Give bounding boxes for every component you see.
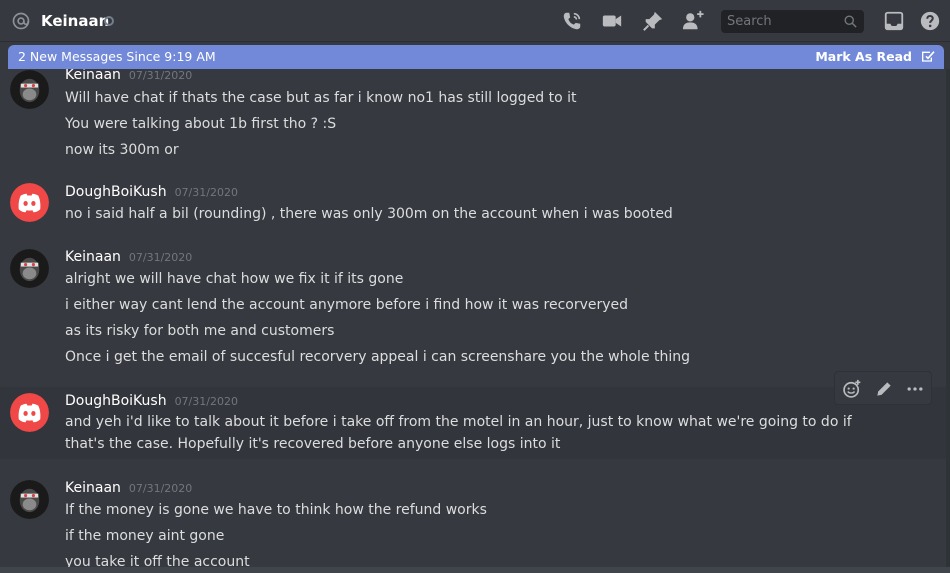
add-reaction-icon[interactable] (842, 379, 862, 399)
author-name[interactable]: DoughBoiKush (65, 393, 167, 409)
message-content: i either way cant lend the account anymo… (65, 297, 629, 313)
message-timestamp: 07/31/2020 (174, 186, 238, 199)
avatar[interactable] (10, 249, 49, 288)
avatar[interactable] (10, 393, 49, 432)
message-content: as its risky for both me and customers (65, 323, 335, 339)
message-content: if the money aint gone (65, 528, 225, 544)
inbox-icon[interactable] (883, 10, 905, 32)
avatar[interactable] (10, 70, 49, 109)
gorilla-avatar-icon (10, 480, 49, 519)
at-icon (12, 12, 30, 30)
edit-icon[interactable] (874, 379, 894, 399)
message-group: Keinaan 07/31/2020 If the money is gone w… (0, 475, 950, 569)
help-icon[interactable] (919, 10, 941, 32)
message-content: If the money is gone we have to think ho… (65, 502, 487, 518)
avatar[interactable] (10, 480, 49, 519)
author-name[interactable]: Keinaan (65, 249, 121, 265)
message-content: no i said half a bil (rounding) , there … (65, 206, 673, 222)
message-timestamp: 07/31/2020 (128, 251, 193, 264)
message-content: Once i get the email of succesful recorv… (65, 349, 691, 365)
discord-dm-window: Keinaan Search 2 New Messages Since 9:19… (0, 0, 950, 573)
message-timestamp: 07/31/2020 (128, 69, 193, 82)
message-content: you take it off the account (65, 554, 250, 569)
search-box[interactable] (721, 10, 864, 33)
new-messages-bar[interactable]: 2 New Messages Since 9:19 AM Mark As Rea… (8, 45, 944, 69)
search-input[interactable] (721, 10, 839, 33)
discord-default-avatar-icon (10, 393, 49, 432)
gorilla-avatar-icon (10, 249, 49, 288)
mark-as-read-icon[interactable] (920, 49, 936, 65)
pin-icon[interactable] (642, 10, 664, 32)
message-author[interactable]: DoughBoiKush 07/31/2020 (65, 392, 238, 411)
message-author[interactable]: DoughBoiKush 07/31/2020 (65, 183, 238, 202)
message-content: and yeh i'd like to talk about it before… (65, 414, 852, 452)
scrollbar[interactable] (946, 69, 950, 567)
call-icon[interactable] (561, 10, 583, 32)
add-member-icon[interactable] (682, 10, 704, 32)
message-content: You were talking about 1b first tho ? :S (65, 116, 337, 132)
mark-as-read-button[interactable]: Mark As Read (815, 45, 912, 69)
message-group[interactable]: DoughBoiKush 07/31/2020 and yeh i'd like … (0, 387, 950, 459)
message-composer-edge[interactable] (0, 567, 950, 573)
discord-default-avatar-icon (10, 183, 49, 222)
message-timestamp: 07/31/2020 (128, 482, 193, 495)
author-name[interactable]: DoughBoiKush (65, 184, 167, 200)
message-content: alright we will have chat how we fix it … (65, 271, 404, 287)
message-list: Keinaan 07/31/2020 Will have chat if that… (0, 69, 950, 569)
author-name[interactable]: Keinaan (65, 69, 121, 83)
message-author[interactable]: Keinaan 07/31/2020 (65, 479, 192, 498)
gorilla-avatar-icon (10, 70, 49, 109)
message-timestamp: 07/31/2020 (174, 395, 238, 408)
avatar[interactable] (10, 183, 49, 222)
author-name[interactable]: Keinaan (65, 480, 121, 496)
channel-name: Keinaan (41, 12, 110, 30)
message-content: Will have chat if thats the case but as … (65, 90, 577, 106)
channel-header: Keinaan (0, 0, 950, 42)
message-group: Keinaan 07/31/2020 alright we will have c… (0, 245, 950, 375)
offline-status-icon (104, 16, 114, 26)
message-toolbar (834, 371, 932, 405)
message-group: DoughBoiKush 07/31/2020 no i said half a … (0, 180, 950, 230)
message-author[interactable]: Keinaan 07/31/2020 (65, 69, 192, 85)
video-icon[interactable] (601, 10, 623, 32)
message-group: Keinaan 07/31/2020 Will have chat if that… (0, 69, 950, 181)
message-author[interactable]: Keinaan 07/31/2020 (65, 248, 192, 267)
search-icon[interactable] (843, 14, 858, 29)
message-content: now its 300m or (65, 142, 179, 158)
new-messages-text: 2 New Messages Since 9:19 AM (18, 49, 216, 64)
more-icon[interactable] (905, 379, 925, 399)
